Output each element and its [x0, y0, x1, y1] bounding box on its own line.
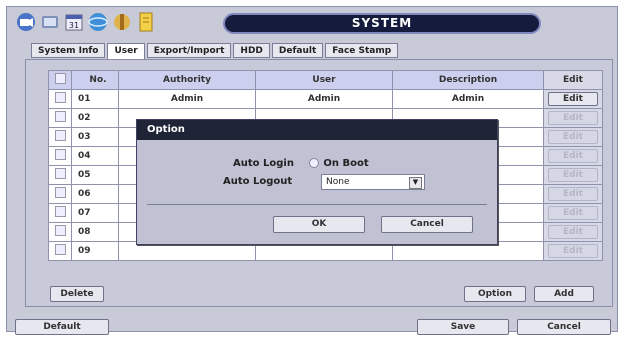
default-button[interactable]: Default — [15, 319, 109, 335]
row-checkbox[interactable] — [54, 92, 66, 103]
svg-text:31: 31 — [69, 21, 79, 30]
tab-bar: System Info User Export/Import HDD Defau… — [31, 43, 399, 60]
network-icon[interactable] — [87, 11, 109, 33]
chevron-down-icon[interactable]: ▼ — [409, 177, 422, 189]
row-checkbox[interactable] — [54, 206, 66, 217]
select-all-checkbox[interactable] — [54, 73, 66, 84]
row-no: 08 — [71, 222, 119, 242]
table-row[interactable]: 01 Admin Admin Admin Edit — [48, 89, 603, 109]
auto-login-radio[interactable] — [309, 158, 320, 168]
edit-button: Edit — [548, 206, 598, 220]
tools-icon[interactable] — [111, 11, 133, 33]
col-edit: Edit — [543, 70, 603, 90]
delete-button[interactable]: Delete — [50, 286, 104, 302]
auto-login-label: Auto Login — [233, 158, 294, 169]
tab-user[interactable]: User — [107, 43, 145, 60]
row-user: Admin — [255, 89, 393, 109]
row-checkbox[interactable] — [54, 244, 66, 255]
option-button[interactable]: Option — [464, 286, 526, 302]
col-authority: Authority — [118, 70, 256, 90]
top-toolbar: 31 SYSTEM — [15, 9, 615, 39]
auto-logout-value: None — [326, 177, 350, 187]
cancel-button[interactable]: Cancel — [517, 319, 611, 335]
edit-button: Edit — [548, 168, 598, 182]
window-title: SYSTEM — [223, 13, 541, 34]
calendar-icon[interactable]: 31 — [63, 11, 85, 33]
dialog-cancel-button[interactable]: Cancel — [381, 216, 473, 233]
row-no: 04 — [71, 146, 119, 166]
row-checkbox[interactable] — [54, 149, 66, 160]
auto-login-value: On Boot — [323, 158, 369, 169]
auto-login-option[interactable]: On Boot — [309, 158, 369, 169]
save-button[interactable]: Save — [417, 319, 509, 335]
auto-logout-label: Auto Logout — [223, 176, 293, 187]
add-button[interactable]: Add — [534, 286, 594, 302]
select-all-cell — [48, 70, 72, 90]
tab-face-stamp[interactable]: Face Stamp — [325, 43, 399, 58]
row-no: 01 — [71, 89, 119, 109]
table-header-row: No. Authority User Description Edit — [48, 70, 603, 90]
row-no: 02 — [71, 108, 119, 128]
row-no: 03 — [71, 127, 119, 147]
row-checkbox[interactable] — [54, 225, 66, 236]
auto-logout-select[interactable]: None ▼ — [321, 174, 425, 190]
ok-button[interactable]: OK — [273, 216, 365, 233]
edit-button: Edit — [548, 225, 598, 239]
option-dialog: Option Auto Login On Boot Auto Logout No… — [136, 119, 498, 245]
edit-button: Edit — [548, 111, 598, 125]
edit-button: Edit — [548, 244, 598, 258]
row-no: 09 — [71, 241, 119, 261]
edit-button: Edit — [548, 130, 598, 144]
camera-icon[interactable] — [15, 11, 37, 33]
edit-button: Edit — [548, 149, 598, 163]
col-no: No. — [71, 70, 119, 90]
row-checkbox[interactable] — [54, 187, 66, 198]
edit-button[interactable]: Edit — [548, 92, 598, 106]
col-user: User — [255, 70, 393, 90]
col-description: Description — [392, 70, 544, 90]
dialog-title: Option — [137, 120, 497, 140]
edit-button: Edit — [548, 187, 598, 201]
row-no: 05 — [71, 165, 119, 185]
dialog-divider — [147, 204, 487, 205]
row-checkbox[interactable] — [54, 130, 66, 141]
row-no: 06 — [71, 184, 119, 204]
tab-export-import[interactable]: Export/Import — [146, 43, 232, 58]
row-description: Admin — [392, 89, 544, 109]
row-authority: Admin — [118, 89, 256, 109]
row-checkbox[interactable] — [54, 111, 66, 122]
row-checkbox[interactable] — [54, 168, 66, 179]
auto-login-row: Auto Login On Boot — [233, 158, 369, 169]
log-icon[interactable] — [135, 11, 157, 33]
tab-system-info[interactable]: System Info — [31, 43, 106, 58]
tab-hdd[interactable]: HDD — [233, 43, 270, 58]
tab-default[interactable]: Default — [271, 43, 324, 58]
row-no: 07 — [71, 203, 119, 223]
playback-icon[interactable] — [39, 11, 61, 33]
